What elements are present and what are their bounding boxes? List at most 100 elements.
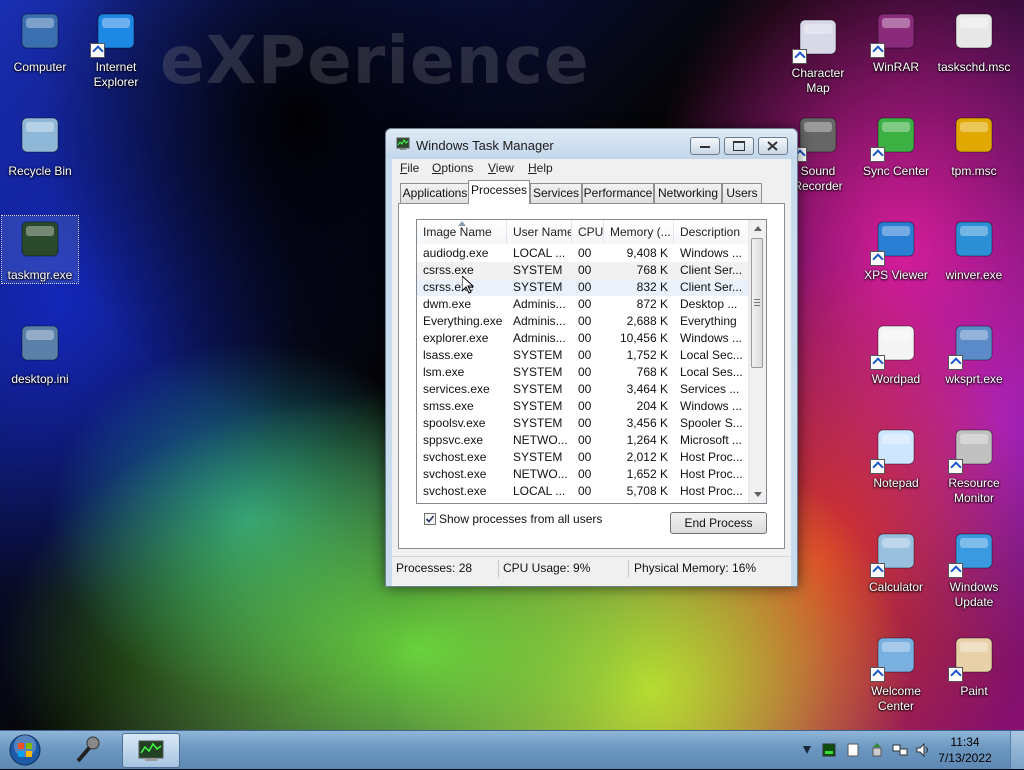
character-map-icon — [792, 14, 842, 64]
maximize-icon — [733, 141, 745, 151]
tray-expand-arrow-icon[interactable] — [802, 740, 812, 760]
desktop-icon[interactable]: Sync Center — [858, 112, 934, 179]
description-cell: Services ... — [680, 382, 740, 396]
desktop-icon-label: Calculator — [868, 580, 924, 594]
table-row[interactable]: svchost.exe LOCAL ... 00 5,708 K Host Proc..… — [417, 483, 749, 500]
shortcut-arrow-icon — [870, 563, 885, 578]
minimize-button[interactable] — [690, 137, 720, 155]
menu-options[interactable]: Options — [432, 161, 473, 175]
desktop-icon[interactable]: Resource Monitor — [936, 424, 1012, 506]
column-header-cpu[interactable]: CPU — [572, 220, 604, 244]
scroll-down-arrow-icon[interactable] — [754, 492, 762, 497]
taskbar-sound-recorder-button[interactable] — [60, 733, 116, 766]
tab-applications[interactable]: Applications — [400, 183, 470, 203]
image-name-cell: services.exe — [423, 382, 490, 396]
menu-view[interactable]: View — [488, 161, 514, 175]
taskbar-clock[interactable]: 11:34 7/13/2022 — [930, 734, 1000, 766]
desktop-icon[interactable]: Recycle Bin — [2, 112, 78, 179]
desktop-icon[interactable]: tpm.msc — [936, 112, 1012, 179]
tab-networking[interactable]: Networking — [654, 183, 722, 203]
desktop-icon[interactable]: XPS Viewer — [858, 216, 934, 283]
tray-document-icon[interactable] — [846, 743, 860, 757]
desktop-icon[interactable]: WinRAR — [858, 8, 934, 75]
table-row[interactable]: audiodg.exe LOCAL ... 00 9,408 K Windows ... — [417, 245, 749, 262]
tab-processes[interactable]: Processes — [468, 180, 530, 204]
column-header-memory[interactable]: Memory (... — [604, 220, 674, 244]
tab-services[interactable]: Services — [530, 183, 582, 203]
memory-cell: 3,464 K — [626, 382, 668, 396]
clock-icon — [950, 8, 998, 56]
cpu-cell: 00 — [578, 365, 592, 379]
tab-performance[interactable]: Performance — [582, 183, 654, 203]
user-name-cell: Adminis... — [513, 314, 566, 328]
desktop-icon[interactable]: Windows Update — [936, 528, 1012, 610]
desktop-icon[interactable]: Wordpad — [858, 320, 934, 387]
shortcut-arrow-icon — [870, 43, 885, 58]
cpu-cell: 00 — [578, 450, 592, 464]
table-row[interactable]: dwm.exe Adminis... 00 872 K Desktop ... — [417, 296, 749, 313]
taskbar-task-manager-button[interactable] — [122, 733, 180, 768]
table-row[interactable]: explorer.exe Adminis... 00 10,456 K Windows … — [417, 330, 749, 347]
desktop-icon-label: Paint — [960, 684, 988, 698]
wallpaper-watermark: eXPerience — [160, 22, 590, 99]
desktop-icon[interactable]: Calculator — [858, 528, 934, 595]
sort-ascending-icon — [458, 221, 466, 226]
tray-network-icon[interactable] — [892, 743, 908, 757]
shortcut-arrow-icon — [948, 459, 963, 474]
show-desktop-button[interactable] — [1010, 731, 1024, 769]
sync-icon — [870, 112, 920, 162]
table-row[interactable]: Everything.exe Adminis... 00 2,688 K Everyth… — [417, 313, 749, 330]
image-name-cell: svchost.exe — [423, 450, 487, 464]
desktop-icon[interactable]: Internet Explorer — [78, 8, 154, 90]
table-row[interactable]: spoolsv.exe SYSTEM 00 3,456 K Spooler S... — [417, 415, 749, 432]
desktop-icon[interactable]: Paint — [936, 632, 1012, 699]
status-bar: Processes: 28 CPU Usage: 9% Physical Mem… — [392, 556, 791, 580]
desktop-icon[interactable]: Notepad — [858, 424, 934, 491]
memory-cell: 768 K — [636, 263, 668, 277]
desktop-icon[interactable]: Computer — [2, 8, 78, 75]
title-bar[interactable]: Windows Task Manager — [386, 129, 797, 159]
desktop-icon[interactable]: wksprt.exe — [936, 320, 1012, 387]
desktop-icon[interactable]: taskschd.msc — [936, 8, 1012, 75]
table-row[interactable]: lsass.exe SYSTEM 00 1,752 K Local Sec... — [417, 347, 749, 364]
windows-logo-icon — [950, 216, 998, 264]
column-header-image-name[interactable]: Image Name — [417, 220, 507, 244]
close-button[interactable] — [758, 137, 788, 155]
show-all-users-checkbox[interactable] — [424, 513, 436, 525]
start-button[interactable] — [6, 734, 44, 766]
table-row[interactable]: svchost.exe SYSTEM 00 2,012 K Host Proc... — [417, 449, 749, 466]
desktop-icon[interactable]: winver.exe — [936, 216, 1012, 283]
image-name-cell: svchost.exe — [423, 484, 487, 498]
table-row[interactable]: svchost.exe NETWO... 00 1,652 K Host Proc... — [417, 466, 749, 483]
menu-file[interactable]: File — [400, 161, 419, 175]
show-all-users-label[interactable]: Show processes from all users — [439, 512, 602, 526]
tray-task-manager-icon[interactable] — [822, 743, 836, 757]
shortcut-arrow-icon — [870, 667, 885, 682]
tray-safely-remove-icon[interactable] — [870, 743, 884, 757]
desktop-icon[interactable]: Character Map — [780, 14, 856, 96]
vertical-scrollbar[interactable] — [748, 220, 766, 503]
cpu-cell: 00 — [578, 348, 592, 362]
user-name-cell: Adminis... — [513, 297, 566, 311]
scroll-up-arrow-icon[interactable] — [754, 226, 762, 231]
desktop-icon[interactable]: desktop.ini — [2, 320, 78, 387]
column-header-user-name[interactable]: User Name — [507, 220, 572, 244]
tab-users[interactable]: Users — [722, 183, 762, 203]
clock-date: 7/13/2022 — [938, 751, 992, 765]
end-process-button[interactable]: End Process — [670, 512, 767, 534]
desktop-icon-label: Wordpad — [871, 372, 921, 386]
column-header-description[interactable]: Description — [674, 220, 750, 244]
desktop-icon-label: Windows Update — [949, 580, 999, 609]
table-row[interactable]: smss.exe SYSTEM 00 204 K Windows ... — [417, 398, 749, 415]
table-row[interactable]: sppsvc.exe NETWO... 00 1,264 K Microsoft ... — [417, 432, 749, 449]
menu-help[interactable]: Help — [528, 161, 553, 175]
table-row[interactable]: services.exe SYSTEM 00 3,464 K Services ... — [417, 381, 749, 398]
process-list[interactable]: Image Name User Name CPU Memory (... Des… — [416, 219, 767, 504]
scrollbar-thumb[interactable] — [751, 238, 763, 368]
desktop-icon[interactable]: taskmgr.exe — [1, 215, 79, 284]
table-row[interactable]: lsm.exe SYSTEM 00 768 K Local Ses... — [417, 364, 749, 381]
maximize-button[interactable] — [724, 137, 754, 155]
description-cell: Windows ... — [680, 331, 743, 345]
task-manager-window[interactable]: Windows Task Manager File Options View H… — [385, 128, 798, 587]
desktop-icon[interactable]: Welcome Center — [858, 632, 934, 714]
